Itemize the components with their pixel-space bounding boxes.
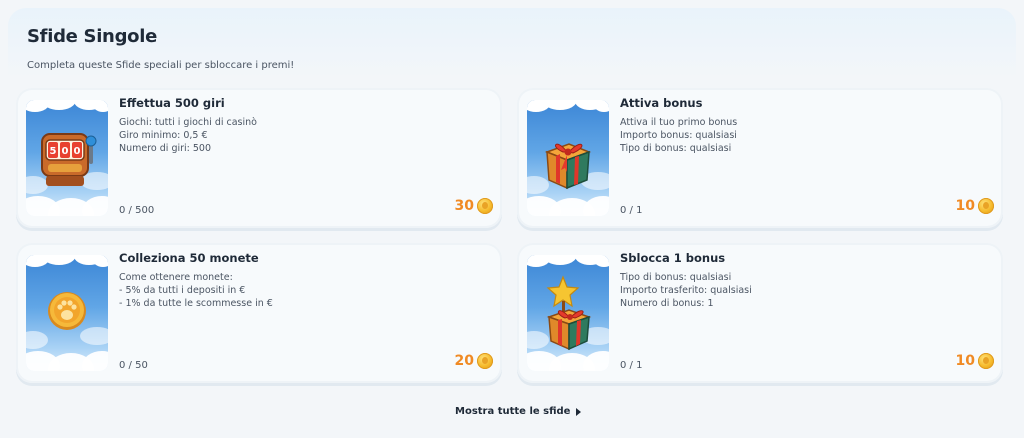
challenge-detail-line: Importo bonus: qualsiasi [620,130,737,142]
challenge-reward: 10 [956,198,994,214]
challenge-title: Colleziona 50 monete [119,251,259,265]
play-arrow-icon [576,407,582,416]
challenge-details: Attiva il tuo primo bonus Importo bonus:… [620,116,737,156]
show-all-challenges-link[interactable]: Mostra tutte le sfide [455,406,582,417]
challenge-detail-line: Numero di giri: 500 [119,143,212,155]
section-title: Sfide Singole [27,26,158,47]
slot-machine-icon: 5 0 0 [41,133,97,186]
challenge-reward: 30 [455,198,493,214]
challenge-detail-line: Attiva il tuo primo bonus [620,117,738,128]
show-all-label: Mostra tutte le sfide [455,406,571,417]
reward-value: 20 [454,353,474,369]
reward-value: 10 [955,353,975,369]
challenge-reward: 20 [455,353,493,369]
challenge-detail-line: Importo trasferito: qualsiasi [620,285,752,297]
challenge-title: Attiva bonus [620,96,703,110]
challenge-detail-line: Giochi: tutti i giochi di casinò [119,117,257,128]
challenge-progress: 0 / 50 [119,360,148,371]
challenge-detail-line: - 5% da tutti i depositi in € [119,285,246,297]
reward-value: 10 [955,198,975,214]
challenge-card[interactable]: Attiva bonus Attiva il tuo primo bonus I… [517,88,1003,228]
challenge-progress: 0 / 1 [620,205,643,216]
challenge-card[interactable]: Colleziona 50 monete Come ottenere monet… [16,243,502,383]
gift-box-icon [544,143,592,190]
coin-icon [978,353,994,369]
challenge-detail-line: Tipo di bonus: qualsiasi [620,272,732,283]
challenge-detail-line: Numero di bonus: 1 [620,298,714,310]
coin-icon [978,198,994,214]
challenge-thumbnail [26,255,108,371]
challenge-details: Giochi: tutti i giochi di casinò Giro mi… [119,116,257,156]
challenge-detail-line: Come ottenere monete: [119,272,233,283]
svg-text:5: 5 [50,146,57,157]
svg-text:0: 0 [62,146,69,157]
challenge-title: Sblocca 1 bonus [620,251,726,265]
challenge-progress: 0 / 1 [620,360,643,371]
paw-coin-icon [48,292,86,330]
challenge-thumbnail [527,100,609,216]
coin-icon [477,198,493,214]
challenge-detail-line: - 1% da tutte le scommesse in € [119,298,273,310]
svg-text:0: 0 [74,146,81,157]
section-subtitle: Completa queste Sfide speciali per sbloc… [27,60,295,71]
challenge-card[interactable]: 5 0 0 Effettua 500 giri Giochi: tutti i … [16,88,502,228]
challenge-thumbnail: 5 0 0 [26,100,108,216]
challenge-card[interactable]: Sblocca 1 bonus Tipo di bonus: qualsiasi… [517,243,1003,383]
challenge-detail-line: Giro minimo: 0,5 € [119,130,208,142]
challenge-progress: 0 / 500 [119,205,155,216]
challenge-details: Come ottenere monete: - 5% da tutti i de… [119,271,273,311]
challenge-title: Effettua 500 giri [119,96,225,110]
challenge-reward: 10 [956,353,994,369]
challenge-detail-line: Tipo di bonus: qualsiasi [620,143,732,155]
coin-icon [477,353,493,369]
challenge-thumbnail [527,255,609,371]
star-gift-icon [546,275,592,351]
reward-value: 30 [454,198,474,214]
challenge-details: Tipo di bonus: qualsiasi Importo trasfer… [620,271,752,311]
